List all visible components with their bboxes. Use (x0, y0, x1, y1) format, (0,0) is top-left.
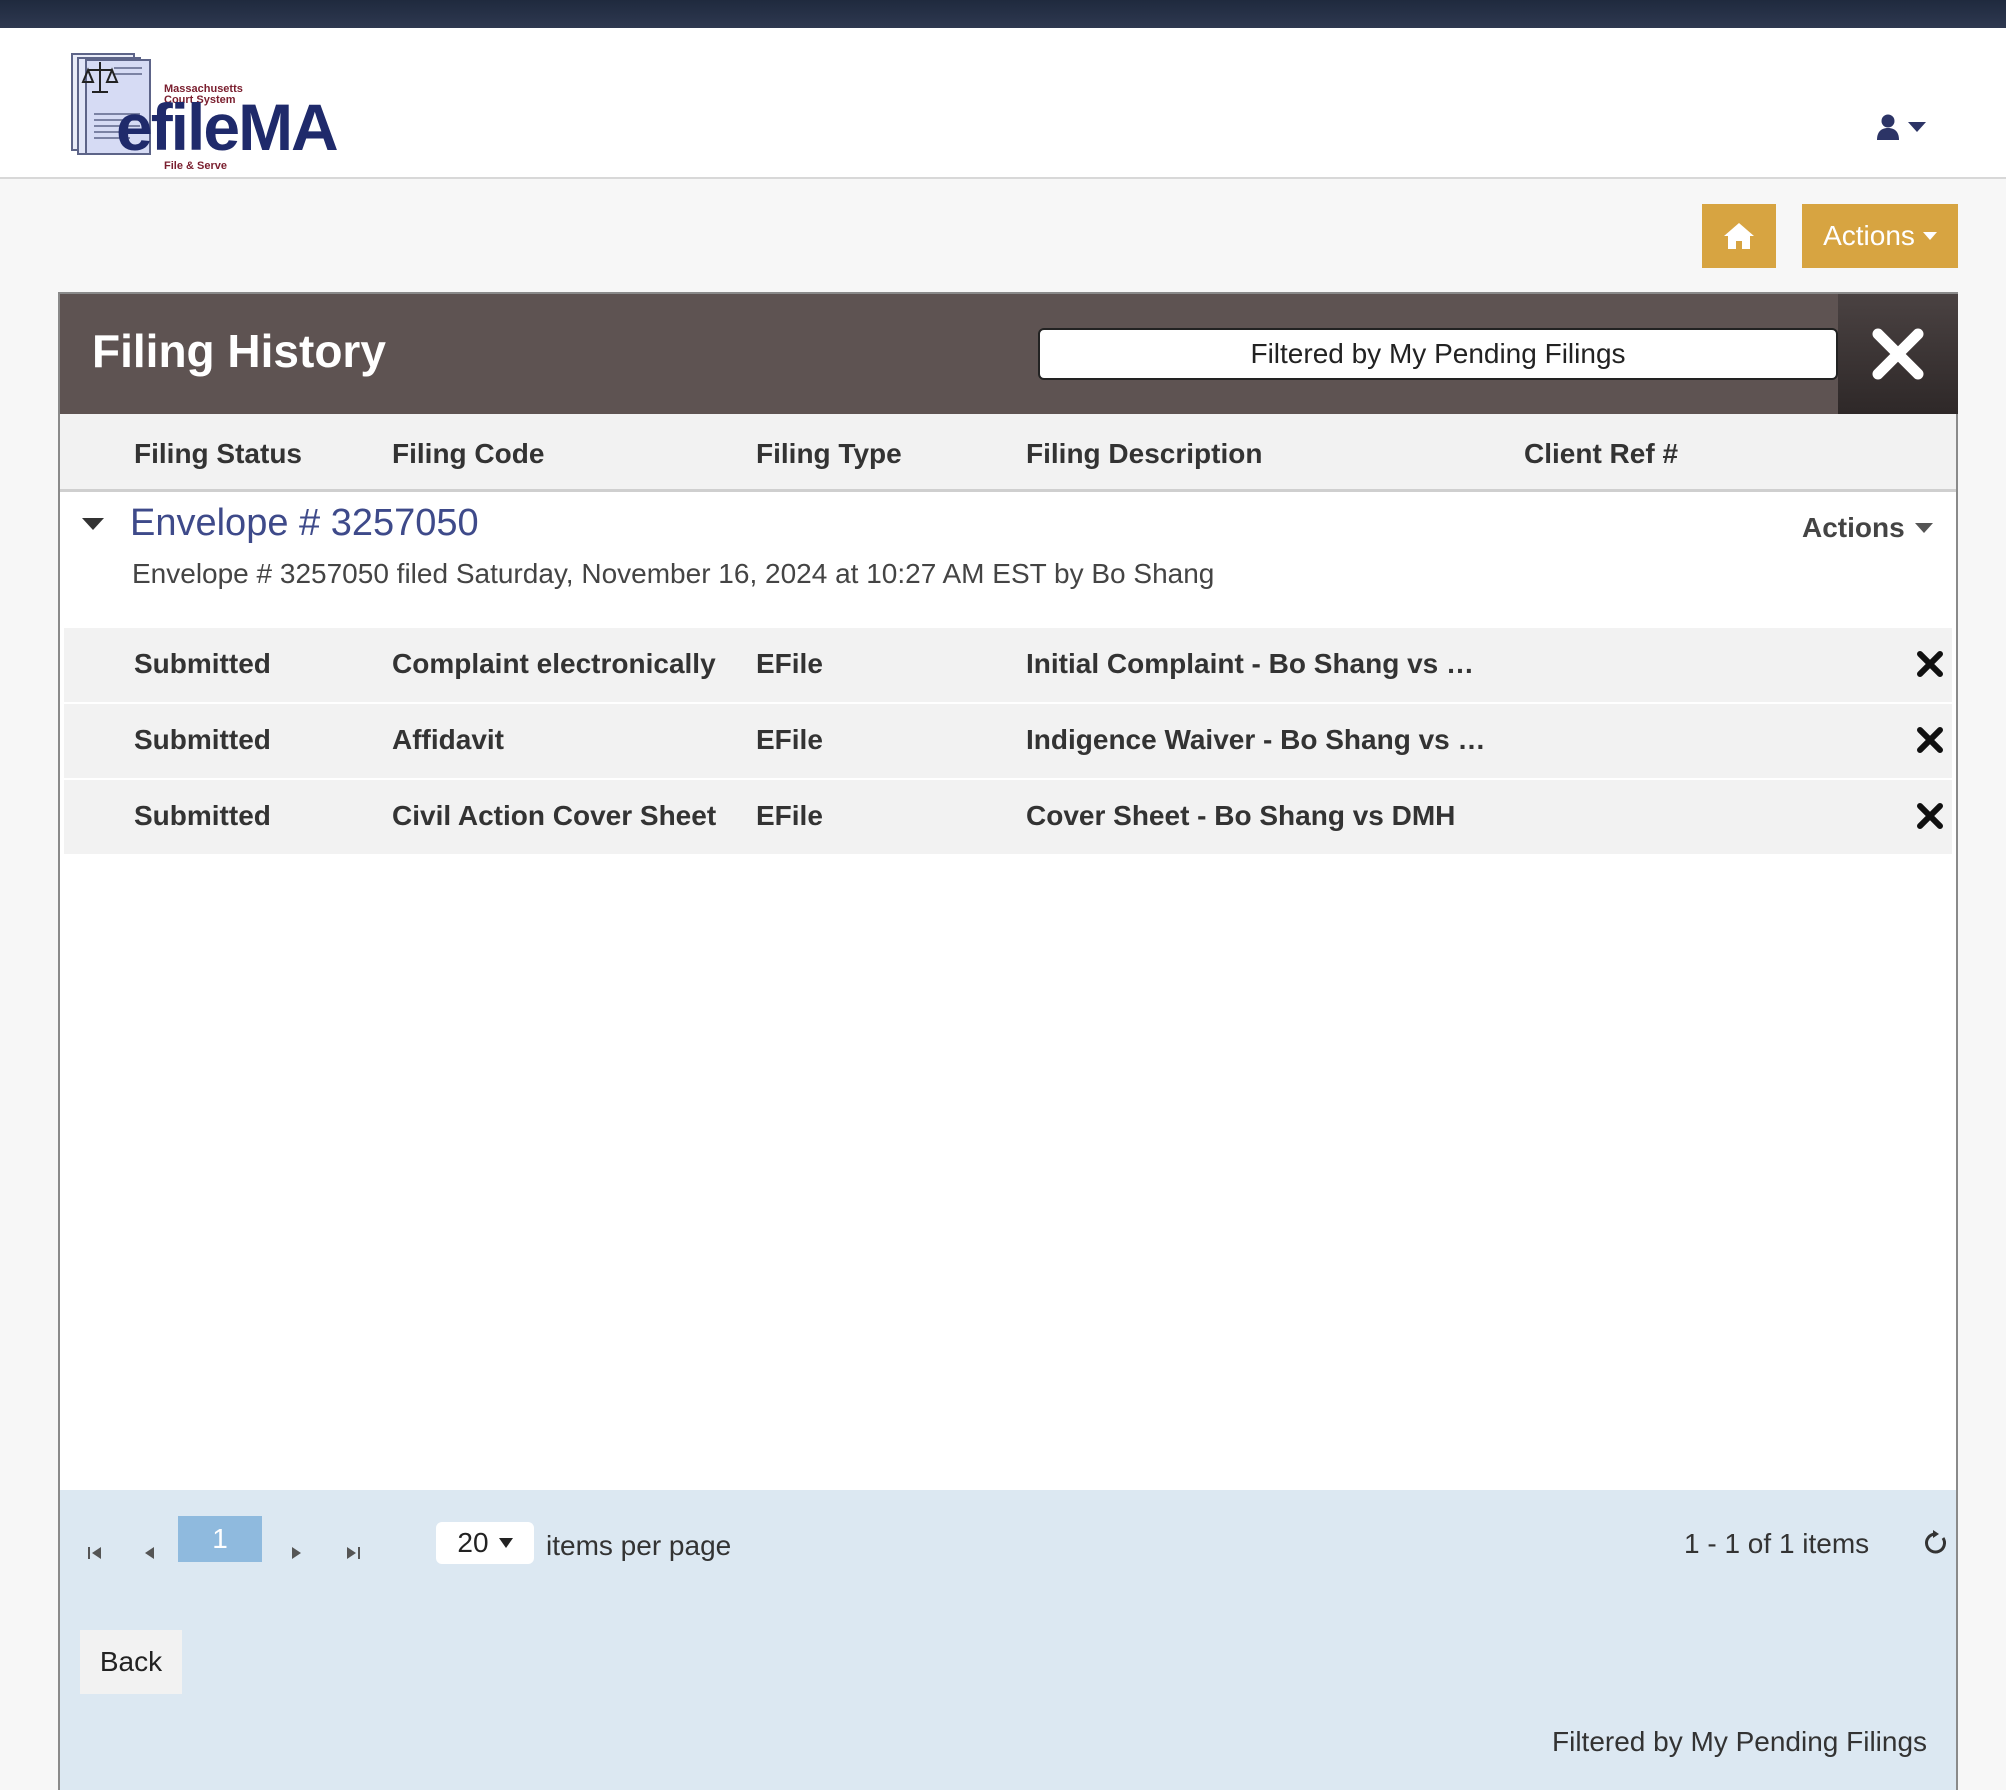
chevron-right-icon (292, 1547, 301, 1559)
refresh-button[interactable] (1920, 1526, 1950, 1560)
collapse-toggle-icon[interactable] (82, 518, 104, 530)
column-filing-code[interactable]: Filing Code (392, 438, 544, 470)
envelope-actions-dropdown[interactable]: Actions (1802, 512, 1933, 544)
last-page-icon (347, 1547, 360, 1559)
column-filing-status[interactable]: Filing Status (134, 438, 302, 470)
page-title: Filing History (92, 325, 386, 377)
filing-history-panel: Filing History Filtered by My Pending Fi… (58, 292, 1958, 1790)
prev-page-button[interactable] (134, 1538, 164, 1568)
envelope-actions-label: Actions (1802, 512, 1905, 543)
actions-button[interactable]: Actions (1802, 204, 1958, 268)
cell-description: Initial Complaint - Bo Shang vs DMH (1026, 648, 1476, 679)
footer-filter-text: Filtered by My Pending Filings (1552, 1726, 1928, 1757)
page-size-select[interactable]: 20 (436, 1522, 534, 1564)
user-menu[interactable] (1876, 112, 1936, 142)
column-client-ref[interactable]: Client Ref # (1524, 438, 1678, 470)
envelope-title-link[interactable]: Envelope # 3257050 (130, 502, 479, 545)
cell-description: Indigence Waiver - Bo Shang vs DMH (1026, 724, 1488, 755)
next-page-button[interactable] (282, 1538, 312, 1568)
chevron-left-icon (145, 1547, 154, 1559)
envelope-group: Envelope # 3257050 Actions Envelope # 32… (60, 492, 1956, 622)
panel-header: Filing History Filtered by My Pending Fi… (60, 294, 1958, 414)
cell-status: Submitted (134, 800, 271, 831)
table-row: Submitted Civil Action Cover Sheet EFile… (64, 780, 1952, 854)
refresh-icon (1925, 1530, 1946, 1554)
close-icon (1917, 651, 1943, 677)
current-page-button[interactable]: 1 (178, 1516, 262, 1562)
caret-down-icon (1914, 523, 1933, 533)
table-row: Submitted Affidavit EFile Indigence Waiv… (64, 704, 1952, 778)
home-icon (1724, 223, 1754, 249)
cell-status: Submitted (134, 648, 271, 679)
back-button[interactable]: Back (80, 1630, 182, 1694)
column-filing-type[interactable]: Filing Type (756, 438, 902, 470)
table-header: Filing Status Filing Code Filing Type Fi… (60, 414, 1956, 492)
first-page-button[interactable] (80, 1538, 110, 1568)
table-row: Submitted Complaint electronically EFile… (64, 628, 1952, 702)
logo-tagline: File & Serve (164, 160, 227, 172)
close-icon (1917, 803, 1943, 829)
envelope-subtitle: Envelope # 3257050 filed Saturday, Novem… (132, 558, 1215, 589)
pager-footer: 1 20 items per page 1 - 1 of 1 items Bac… (60, 1490, 1956, 1790)
user-icon (1877, 114, 1899, 140)
caret-down-icon (498, 1538, 513, 1548)
cell-type: EFile (756, 724, 823, 755)
first-page-icon (88, 1547, 101, 1559)
clear-filter-button[interactable] (1838, 294, 1958, 414)
logo-wordmark: efileMA (116, 90, 339, 164)
cancel-filing-button[interactable] (1912, 646, 1948, 682)
page-size-value: 20 (457, 1527, 489, 1558)
cancel-filing-button[interactable] (1912, 722, 1948, 758)
last-page-button[interactable] (338, 1538, 368, 1568)
cell-type: EFile (756, 800, 823, 831)
cell-code: Civil Action Cover Sheet (392, 800, 717, 831)
close-icon (1917, 727, 1943, 753)
cell-code: Affidavit (392, 724, 504, 755)
cell-status: Submitted (134, 724, 271, 755)
caret-down-icon (1922, 232, 1937, 240)
cell-type: EFile (756, 648, 823, 679)
top-bar (0, 0, 2006, 28)
cell-description: Cover Sheet - Bo Shang vs DMH (1026, 800, 1456, 831)
efilema-logo[interactable]: Massachusetts Court System efileMA File … (66, 48, 366, 172)
pager-info: 1 - 1 of 1 items (1684, 1528, 1870, 1559)
cancel-filing-button[interactable] (1912, 798, 1948, 834)
chevron-down-icon (1908, 122, 1926, 132)
filter-indicator: Filtered by My Pending Filings (1038, 328, 1838, 380)
home-button[interactable] (1702, 204, 1776, 268)
items-per-page-label: items per page (546, 1530, 732, 1561)
site-header: Massachusetts Court System efileMA File … (0, 28, 2006, 179)
column-filing-description[interactable]: Filing Description (1026, 438, 1262, 470)
actions-label: Actions (1823, 220, 1915, 251)
close-icon (1872, 328, 1924, 380)
cell-code: Complaint electronically (392, 648, 716, 679)
